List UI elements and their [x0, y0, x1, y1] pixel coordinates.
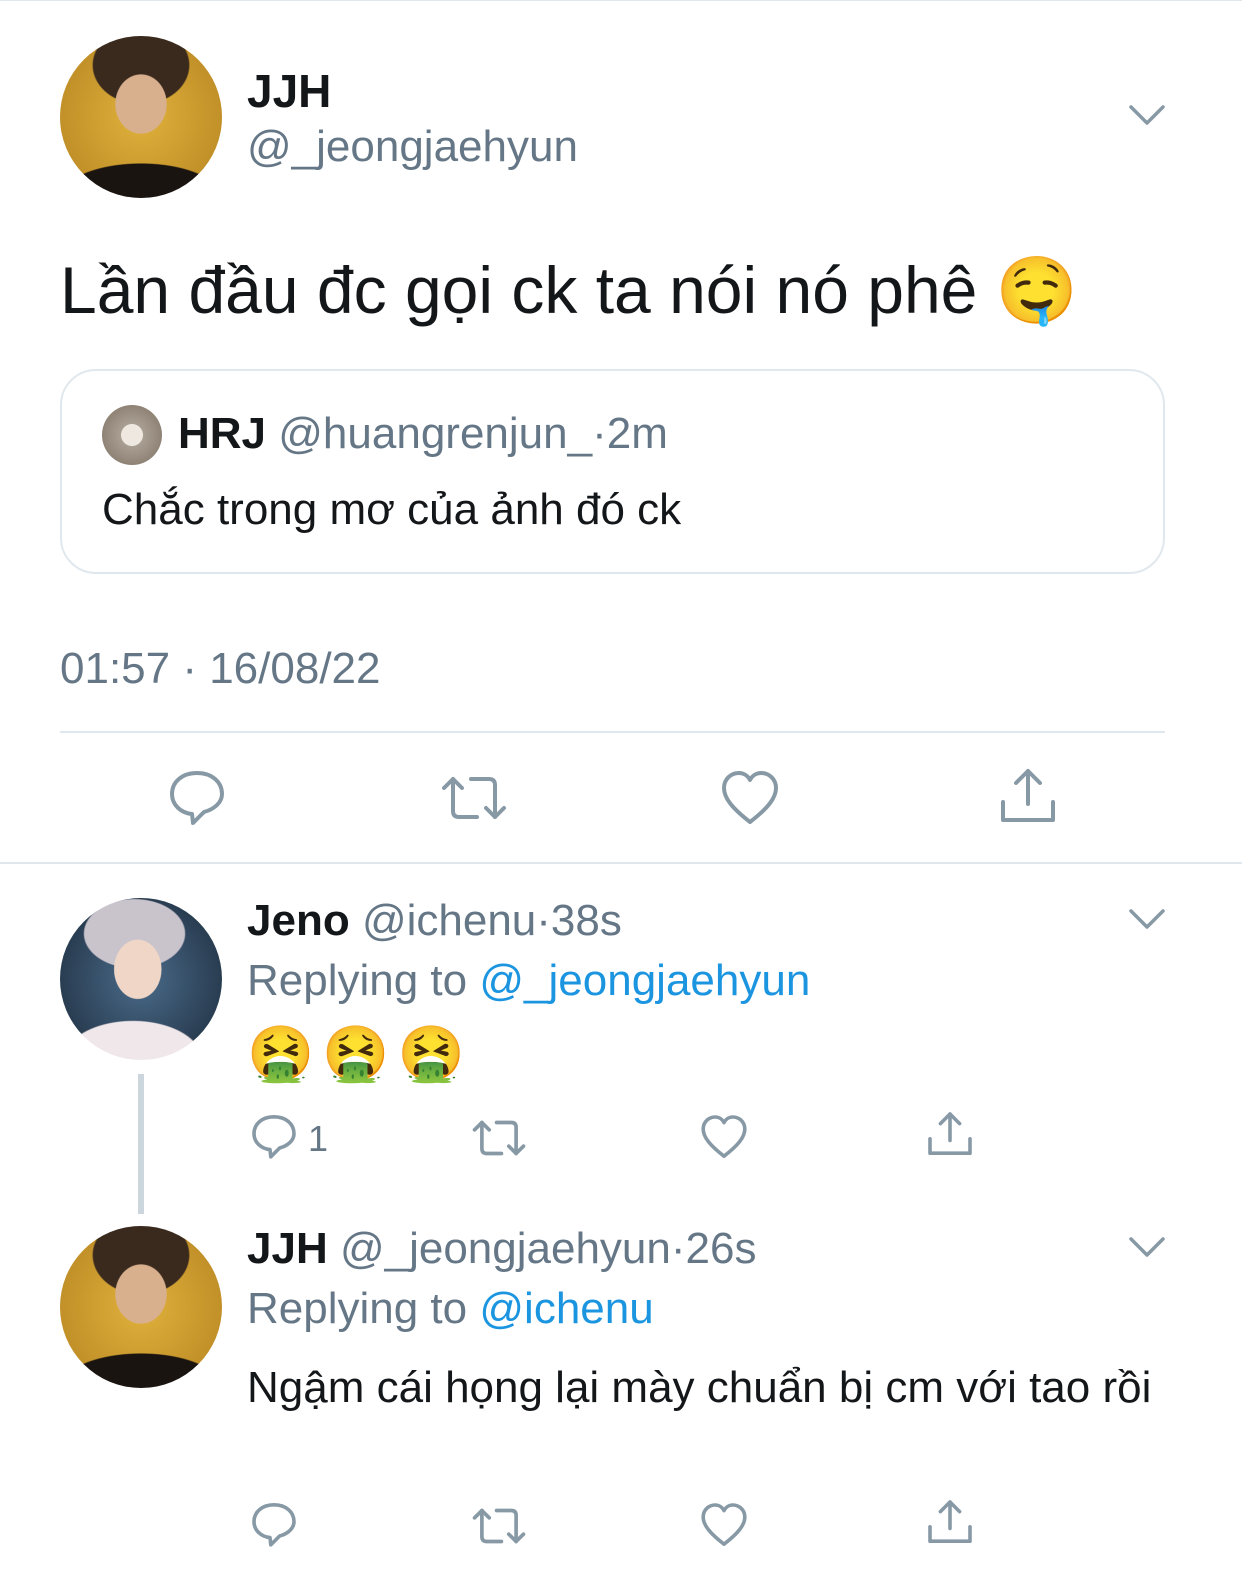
thread-line	[138, 1074, 144, 1214]
top-divider	[0, 0, 1242, 1]
action-divider	[60, 731, 1165, 733]
quoted-avatar[interactable]	[102, 405, 162, 465]
reply-header: Jeno @ichenu·38s	[247, 896, 622, 946]
quoted-display-name: HRJ	[178, 409, 267, 458]
replying-to-label: Replying to	[247, 956, 468, 1005]
retweet-icon[interactable]	[472, 1116, 526, 1160]
reply-icon[interactable]	[167, 767, 227, 827]
replying-to-handle[interactable]: @ichenu	[479, 1284, 653, 1333]
avatar[interactable]	[60, 898, 222, 1060]
reply-time[interactable]: 38s	[551, 896, 622, 945]
section-divider	[0, 862, 1242, 864]
chevron-down-icon[interactable]	[1128, 1234, 1166, 1260]
reply-text: 🤮🤮🤮	[247, 1022, 473, 1085]
replying-to: Replying to @ichenu	[247, 1284, 654, 1334]
quoted-handle: @huangrenjun_	[278, 409, 593, 458]
heart-icon[interactable]	[700, 1114, 748, 1160]
author-display-name[interactable]: JJH	[247, 64, 331, 118]
share-icon[interactable]	[926, 1110, 974, 1158]
share-icon[interactable]	[926, 1498, 974, 1546]
avatar[interactable]	[60, 1226, 222, 1388]
quoted-dot: ·	[592, 409, 607, 458]
tweet-text-body: Lần đầu đc gọi ck ta nói nó phê	[60, 253, 978, 327]
retweet-icon[interactable]	[441, 771, 507, 825]
tweet-text: Lần đầu đc gọi ck ta nói nó phê 🤤	[60, 252, 1078, 330]
reply-handle[interactable]: @ichenu	[362, 896, 536, 945]
chevron-down-icon[interactable]	[1128, 906, 1166, 932]
reply-handle[interactable]: @_jeongjaehyun	[340, 1224, 671, 1273]
reply-dot: ·	[536, 896, 551, 945]
heart-icon[interactable]	[700, 1502, 748, 1548]
chevron-down-icon[interactable]	[1128, 102, 1166, 128]
drooling-face-emoji: 🤤	[995, 252, 1078, 329]
replying-to-handle[interactable]: @_jeongjaehyun	[479, 956, 810, 1005]
quoted-text: Chắc trong mơ của ảnh đó ck	[102, 485, 682, 534]
reply-dot: ·	[670, 1224, 686, 1273]
reply-text: Ngậm cái họng lại mày chuẩn bị cm với ta…	[247, 1363, 1152, 1412]
quoted-header: HRJ @huangrenjun_·2m	[178, 409, 668, 459]
reply-icon[interactable]	[250, 1500, 298, 1548]
share-icon[interactable]	[998, 766, 1058, 826]
reply-display-name[interactable]: JJH	[247, 1224, 328, 1273]
reply-time[interactable]: 26s	[686, 1224, 757, 1273]
reply-icon[interactable]	[250, 1112, 298, 1160]
quoted-time: 2m	[606, 409, 668, 458]
reply-display-name[interactable]: Jeno	[247, 896, 350, 945]
heart-icon[interactable]	[720, 770, 780, 826]
retweet-icon[interactable]	[472, 1504, 526, 1548]
replying-to-label: Replying to	[247, 1284, 468, 1333]
avatar[interactable]	[60, 36, 222, 198]
replying-to: Replying to @_jeongjaehyun	[247, 956, 810, 1006]
reply-count: 1	[308, 1118, 329, 1159]
tweet-timestamp[interactable]: 01:57 · 16/08/22	[60, 644, 380, 694]
author-handle[interactable]: @_jeongjaehyun	[247, 122, 578, 172]
reply-header: JJH @_jeongjaehyun·26s	[247, 1224, 757, 1274]
quoted-tweet[interactable]: HRJ @huangrenjun_·2m Chắc trong mơ của ả…	[60, 369, 1165, 574]
